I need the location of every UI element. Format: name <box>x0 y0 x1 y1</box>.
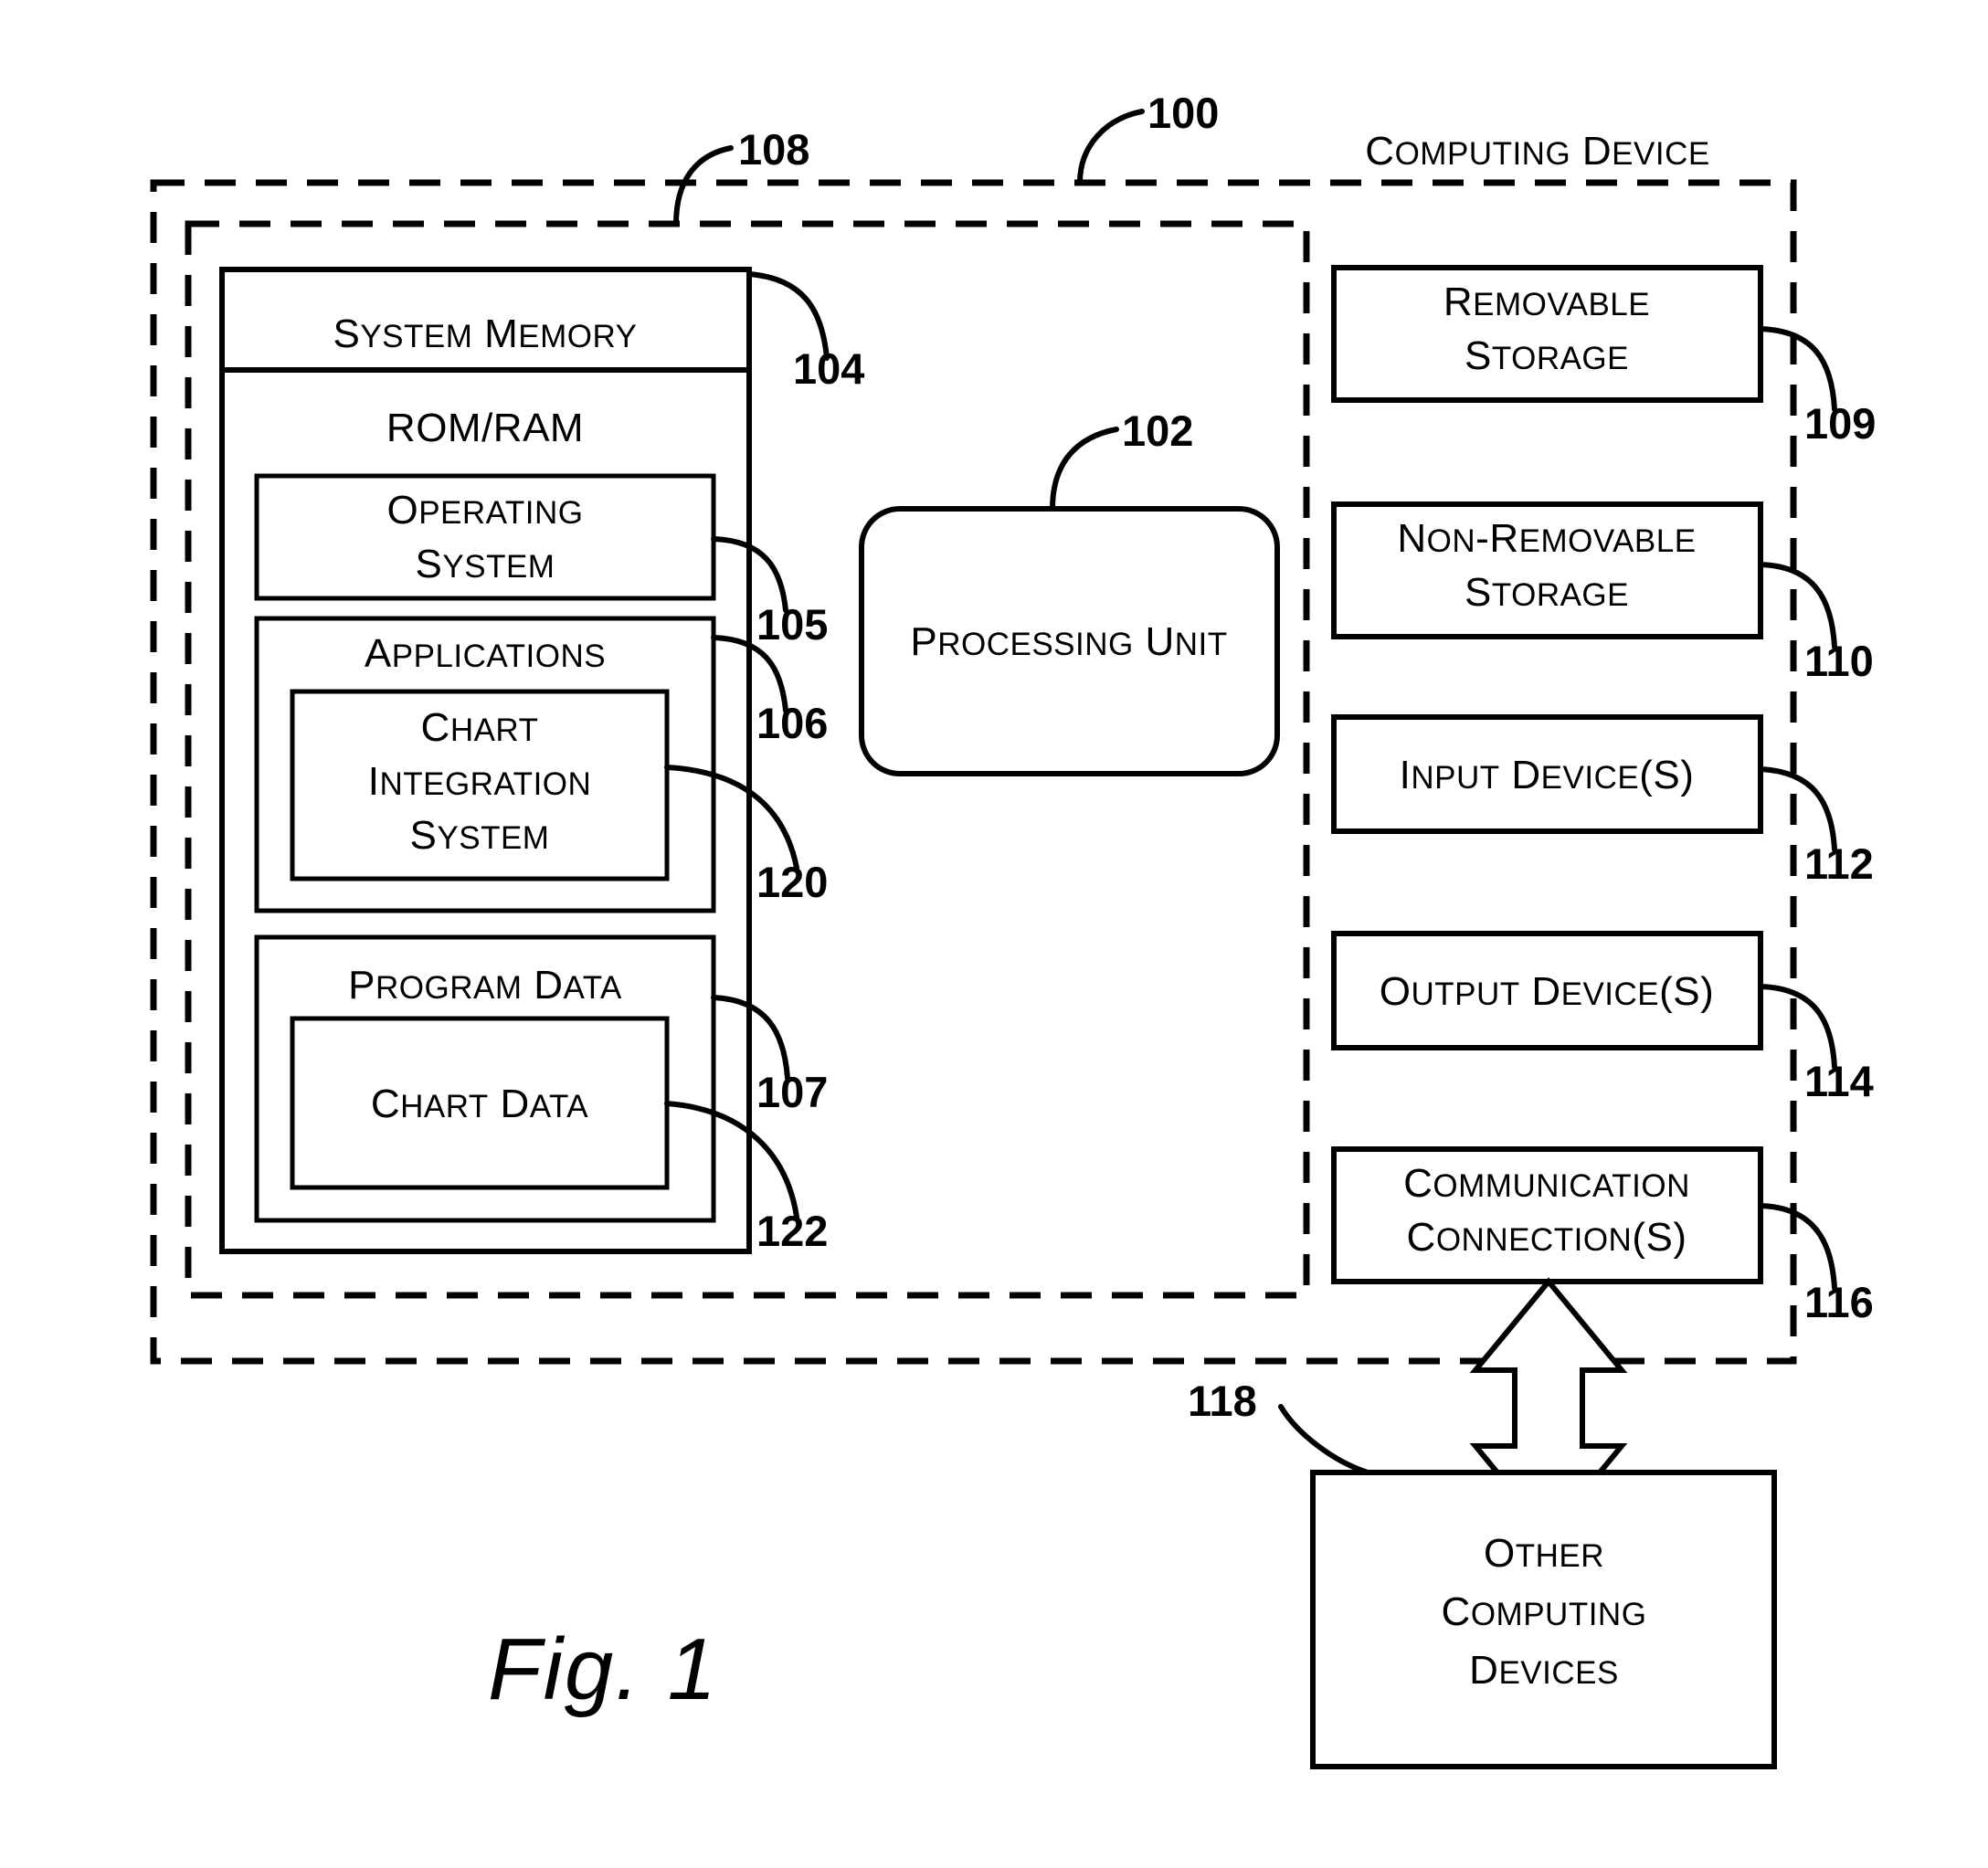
ref-107: 107 <box>756 1068 828 1116</box>
operating-system-label-line2: SYSTEM <box>416 542 555 586</box>
ref-105: 105 <box>756 600 828 649</box>
non-removable-storage-label-line2: STORAGE <box>1465 570 1629 615</box>
figure-caption: Fig. 1 <box>488 1620 718 1718</box>
input-devices-label: INPUT DEVICE(S) <box>1400 753 1695 797</box>
chart-integration-label-line2: INTEGRATION <box>368 759 592 804</box>
ref-112: 112 <box>1804 839 1874 888</box>
removable-storage-label-line1: REMOVABLE <box>1443 280 1650 324</box>
ref-108: 108 <box>738 125 809 174</box>
other-computing-devices-line1: OTHER <box>1484 1531 1604 1576</box>
rom-ram-label: ROM/RAM <box>386 406 584 450</box>
ref-110: 110 <box>1804 637 1874 685</box>
chart-data-label: CHART DATA <box>371 1082 588 1126</box>
ref-122: 122 <box>756 1207 828 1255</box>
ref-106: 106 <box>756 699 828 747</box>
patent-figure: SYSTEM MEMORY ROM/RAM OPERATING SYSTEM A… <box>0 0 1988 1868</box>
output-devices-label: OUTPUT DEVICE(S) <box>1380 969 1715 1014</box>
ref-120: 120 <box>756 858 828 906</box>
non-removable-storage-label-line1: NON-REMOVABLE <box>1397 516 1696 561</box>
other-computing-devices-line3: DEVICES <box>1469 1648 1619 1693</box>
ref-102: 102 <box>1122 406 1193 455</box>
chart-integration-label-line3: SYSTEM <box>410 813 550 858</box>
diagram-canvas: SYSTEM MEMORY ROM/RAM OPERATING SYSTEM A… <box>150 89 1876 1769</box>
leader-112 <box>1758 766 1837 852</box>
leader-110 <box>1758 562 1837 649</box>
program-data-label: PROGRAM DATA <box>348 963 622 1008</box>
figure-title: COMPUTING DEVICE <box>1365 129 1709 174</box>
leader-109 <box>1758 326 1837 412</box>
chart-integration-label-line1: CHART <box>421 705 539 750</box>
communication-connections-label-line2: CONNECTION(S) <box>1407 1215 1687 1260</box>
ref-116: 116 <box>1804 1278 1874 1326</box>
leader-116 <box>1758 1203 1837 1291</box>
communication-connections-label-line1: COMMUNICATION <box>1403 1161 1690 1206</box>
leader-102 <box>1050 427 1119 512</box>
ref-118: 118 <box>1188 1377 1257 1425</box>
system-memory-label: SYSTEM MEMORY <box>333 311 637 356</box>
processing-unit-label: PROCESSING UNIT <box>910 619 1227 664</box>
operating-system-label-line1: OPERATING <box>386 488 583 533</box>
ref-100: 100 <box>1147 89 1219 137</box>
ref-114: 114 <box>1804 1057 1874 1105</box>
ref-104: 104 <box>793 344 864 393</box>
leader-114 <box>1758 984 1837 1070</box>
applications-label: APPLICATIONS <box>365 631 606 676</box>
ref-109: 109 <box>1804 399 1876 448</box>
leader-118 <box>1278 1404 1370 1475</box>
leader-100 <box>1077 109 1145 185</box>
other-computing-devices-line2: COMPUTING <box>1442 1589 1647 1634</box>
removable-storage-label-line2: STORAGE <box>1465 333 1629 378</box>
